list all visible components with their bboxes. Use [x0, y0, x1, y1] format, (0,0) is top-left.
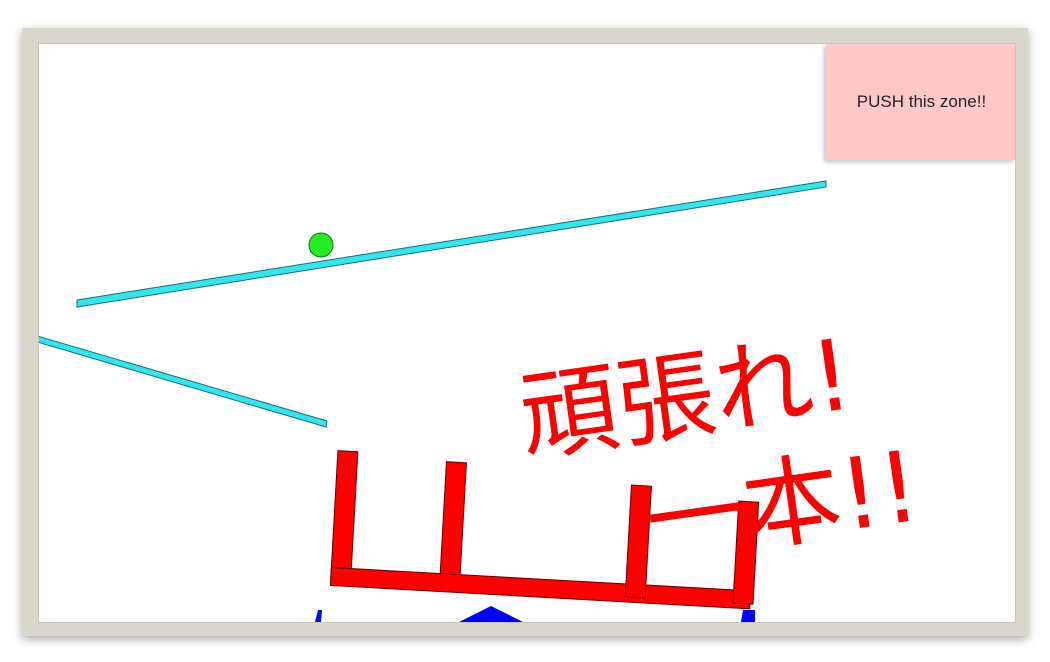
push-zone-label: PUSH this zone!! — [856, 92, 987, 111]
blue-base — [315, 610, 322, 622]
blue-base-peak — [459, 606, 523, 622]
game-canvas[interactable]: 頑張れ! 一本!! PUSH this zone!! — [38, 43, 1016, 623]
blue-base-right — [741, 610, 755, 622]
push-zone-button[interactable]: PUSH this zone!! — [826, 44, 1015, 160]
game-stage: 頑張れ! 一本!! PUSH this zone!! — [0, 0, 1050, 662]
lower-rail — [39, 335, 328, 428]
upper-rail — [76, 180, 827, 308]
ball — [308, 232, 334, 258]
